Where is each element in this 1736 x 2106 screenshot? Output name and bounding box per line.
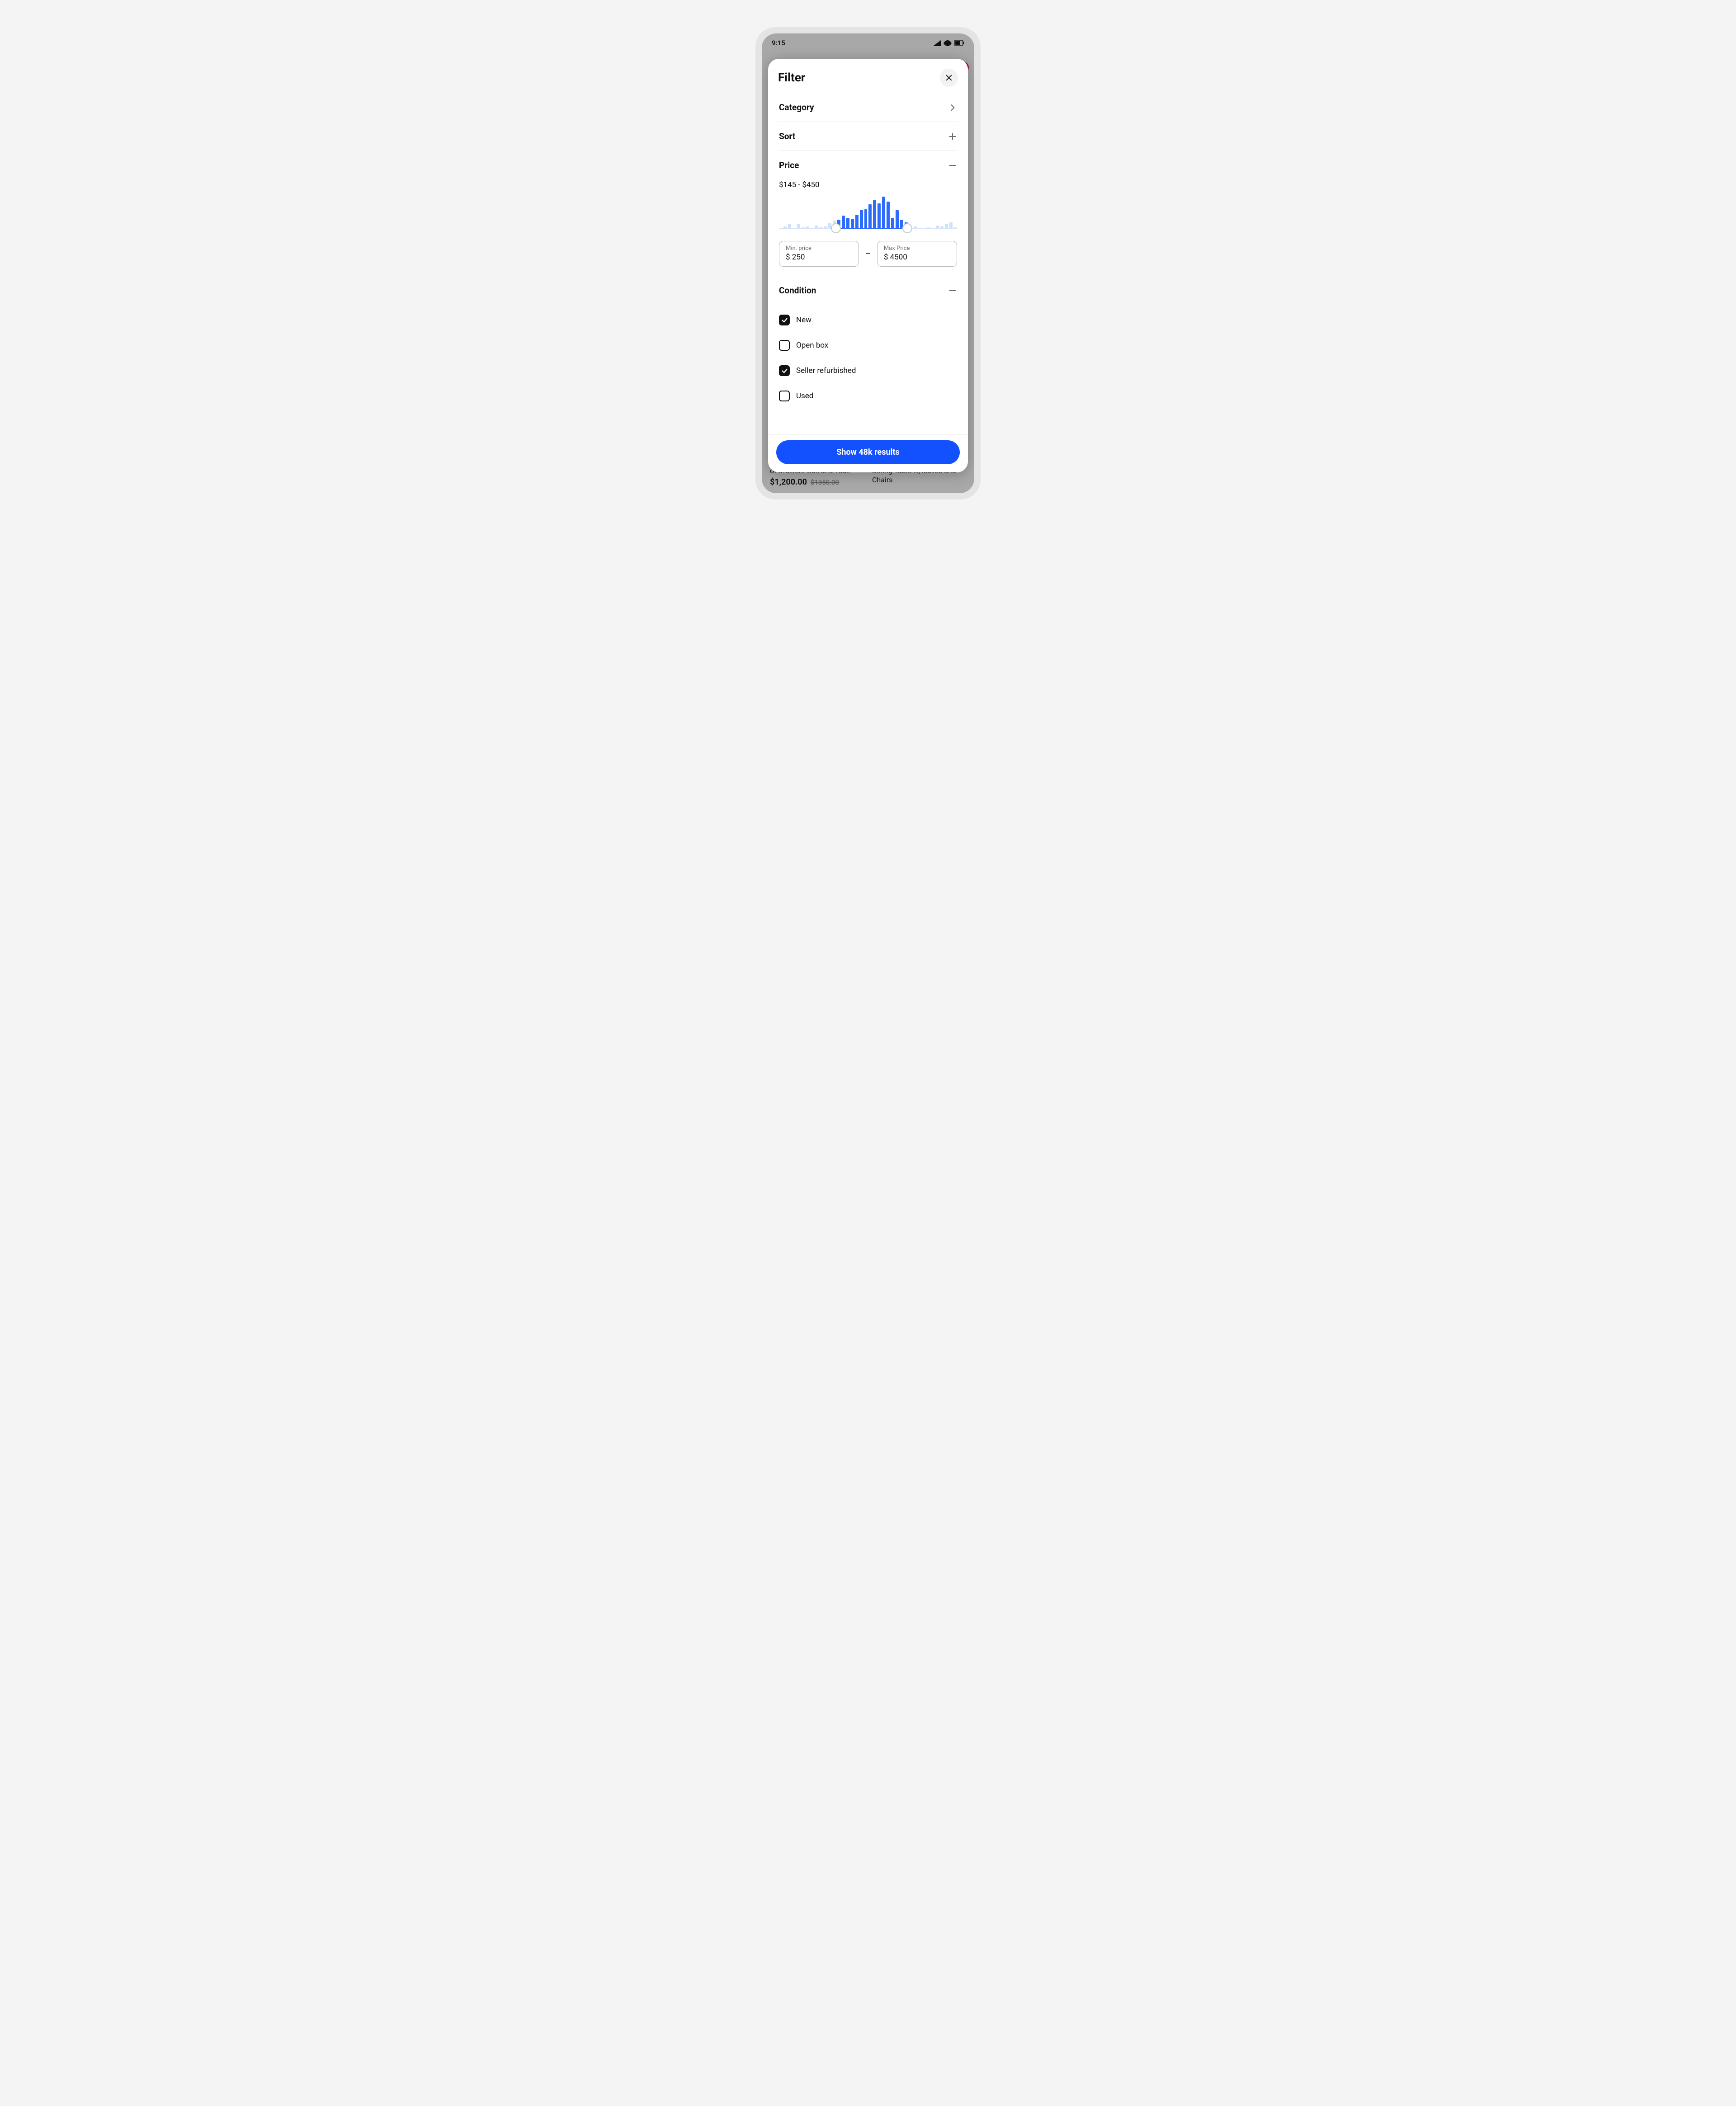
close-button[interactable]	[940, 69, 958, 87]
price-slider-track	[779, 228, 957, 229]
status-time: 9:15	[772, 39, 785, 47]
status-icons	[933, 40, 964, 46]
condition-option[interactable]: Open box	[779, 333, 957, 358]
bg-item-price-left: $1,200.00	[770, 477, 807, 487]
histogram-bar	[882, 197, 885, 229]
section-condition-header[interactable]: Condition	[778, 276, 958, 305]
condition-option-label: Used	[796, 391, 813, 400]
section-price-header[interactable]: Price	[778, 151, 958, 179]
plus-icon	[948, 132, 957, 141]
section-price: Price $145 - $450	[778, 151, 958, 276]
min-price-input[interactable]: Min. price $ 250	[779, 241, 859, 267]
section-category[interactable]: Category	[778, 93, 958, 122]
histogram-bar	[891, 218, 894, 229]
price-slider-max-handle[interactable]	[902, 223, 912, 233]
histogram-bar	[842, 216, 845, 229]
section-price-label: Price	[779, 160, 799, 170]
minus-icon	[948, 286, 957, 295]
histogram-bar	[887, 202, 890, 229]
chevron-right-icon	[948, 103, 957, 112]
min-price-value: $ 250	[786, 253, 852, 262]
section-condition: Condition New Open box Seller refurbished U…	[778, 276, 958, 409]
section-sort[interactable]: Sort	[778, 122, 958, 151]
minus-icon	[948, 161, 957, 170]
wifi-icon	[943, 40, 952, 46]
price-slider-min-handle[interactable]	[831, 223, 841, 233]
histogram-bar	[846, 218, 849, 229]
max-price-label: Max Price	[884, 245, 950, 252]
check-icon	[781, 367, 788, 374]
histogram-bar	[860, 210, 863, 229]
price-histogram[interactable]	[779, 197, 957, 234]
histogram-bar	[873, 200, 876, 229]
filter-header: Filter	[768, 59, 968, 93]
histogram-bar	[896, 210, 899, 229]
section-condition-label: Condition	[779, 285, 816, 296]
cell-signal-icon	[933, 40, 941, 46]
price-inputs: Min. price $ 250 – Max Price $ 4500	[778, 234, 958, 276]
battery-icon	[954, 40, 964, 46]
condition-option-label: New	[796, 316, 811, 325]
price-range-summary: $145 - $450	[778, 179, 958, 195]
condition-option[interactable]: Seller refurbished	[779, 358, 957, 383]
section-sort-label: Sort	[779, 131, 795, 141]
condition-option[interactable]: New	[779, 307, 957, 333]
checkbox[interactable]	[779, 315, 790, 325]
histogram-bar	[877, 203, 881, 229]
max-price-value: $ 4500	[884, 253, 950, 262]
checkbox[interactable]	[779, 340, 790, 351]
section-category-label: Category	[779, 102, 814, 113]
show-results-button[interactable]: Show 48k results	[776, 440, 960, 464]
close-icon	[945, 74, 953, 82]
filter-body: Category Sort	[768, 93, 968, 434]
max-price-input[interactable]: Max Price $ 4500	[877, 241, 957, 267]
filter-title: Filter	[778, 71, 805, 85]
filter-footer: Show 48k results	[768, 434, 968, 472]
checkbox[interactable]	[779, 391, 790, 401]
filter-sheet: Filter Category Sort	[768, 59, 968, 472]
histogram-bar	[868, 204, 872, 229]
screen: 9:15 of Drawers Oak and Teak $1,200.00 $…	[762, 33, 974, 493]
status-bar: 9:15	[762, 33, 974, 52]
bg-item-strike-left: $1350.00	[811, 478, 839, 486]
histogram-bar	[851, 219, 854, 229]
check-icon	[781, 317, 788, 324]
device-frame: 9:15 of Drawers Oak and Teak $1,200.00 $…	[755, 27, 981, 499]
price-dash: –	[865, 249, 871, 259]
min-price-label: Min. price	[786, 245, 852, 252]
condition-option-label: Seller refurbished	[796, 366, 856, 375]
histogram-bar	[855, 215, 859, 229]
condition-option[interactable]: Used	[779, 383, 957, 409]
condition-option-label: Open box	[796, 341, 828, 350]
histogram-bar	[864, 209, 868, 229]
checkbox[interactable]	[779, 365, 790, 376]
